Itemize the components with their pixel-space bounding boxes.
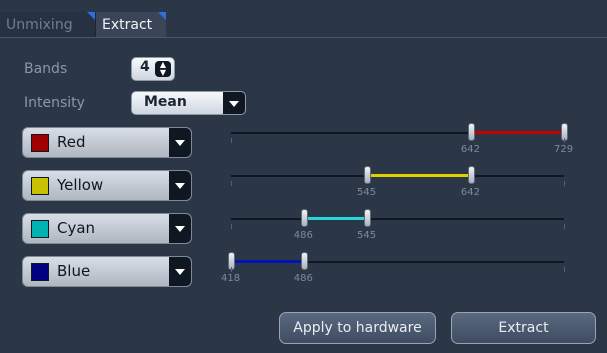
handle-low-yellow[interactable] [363,166,371,184]
handle-high-blue[interactable] [300,252,308,270]
range-red [470,131,564,134]
handle-low-cyan[interactable] [300,209,308,227]
swatch-cyan [31,220,49,238]
tab-corner-marker [158,12,166,20]
handle-high-cyan[interactable] [363,209,371,227]
chevron-down-icon [169,214,191,243]
tick-high [564,181,565,186]
channel-red-label: Red [57,133,86,151]
value-low-cyan: 486 [293,230,313,241]
chevron-down-icon [169,128,191,157]
tick-low [231,224,232,229]
tab-extract-label: Extract [102,17,153,33]
channel-red-select[interactable]: Red [22,127,192,158]
stepper-arrows-icon[interactable]: ▲ ▼ [155,61,171,77]
range-blue [231,260,304,263]
intensity-select[interactable]: Mean [131,91,246,115]
range-cyan [303,217,367,220]
tab-divider [0,37,607,38]
spectral-extract-panel: Unmixing Extract Bands 4 ▲ ▼ Intensity Me… [0,0,607,353]
range-yellow [366,174,471,177]
tick-high [564,224,565,229]
value-low-blue: 418 [221,273,241,284]
bands-stepper[interactable]: 4 ▲ ▼ [131,57,175,81]
tab-unmixing[interactable]: Unmixing [0,12,96,38]
channel-blue-select[interactable]: Blue [22,256,192,287]
bands-value: 4 [140,59,150,75]
value-low-red: 642 [460,144,480,155]
handle-high-yellow[interactable] [467,166,475,184]
swatch-red [31,134,49,152]
slider-blue[interactable]: 418 486 [221,252,565,284]
channel-blue-label: Blue [57,262,91,280]
tick-high [564,267,565,272]
chevron-down-icon [169,257,191,286]
handle-low-red[interactable] [467,123,475,141]
chevron-down-icon [169,171,191,200]
tick-high [564,138,565,143]
tab-unmixing-label: Unmixing [6,17,73,33]
channel-cyan-label: Cyan [57,219,96,237]
tick-low [231,267,232,272]
tick-low [231,138,232,143]
value-high-red: 729 [554,144,574,155]
value-high-yellow: 642 [460,187,480,198]
tick-low [231,181,232,186]
chevron-down-icon [223,92,245,114]
tab-bar: Unmixing Extract [0,0,607,38]
intensity-label: Intensity [24,95,85,111]
slider-cyan[interactable]: 486 545 [231,209,565,241]
swatch-yellow [31,177,49,195]
swatch-blue [31,263,49,281]
intensity-value: Mean [144,94,187,110]
slider-red[interactable]: 642 729 [231,123,573,155]
value-high-blue: 486 [293,273,313,284]
extract-button[interactable]: Extract [451,312,596,344]
value-high-cyan: 545 [356,230,377,241]
slider-yellow[interactable]: 545 642 [231,166,565,198]
channel-yellow-label: Yellow [57,176,104,194]
channel-yellow-select[interactable]: Yellow [22,170,192,201]
value-low-yellow: 545 [356,187,377,198]
apply-to-hardware-button[interactable]: Apply to hardware [279,312,436,344]
channel-cyan-select[interactable]: Cyan [22,213,192,244]
tab-corner-marker [87,12,95,20]
tab-extract[interactable]: Extract [96,12,166,38]
bands-label: Bands [24,61,68,77]
